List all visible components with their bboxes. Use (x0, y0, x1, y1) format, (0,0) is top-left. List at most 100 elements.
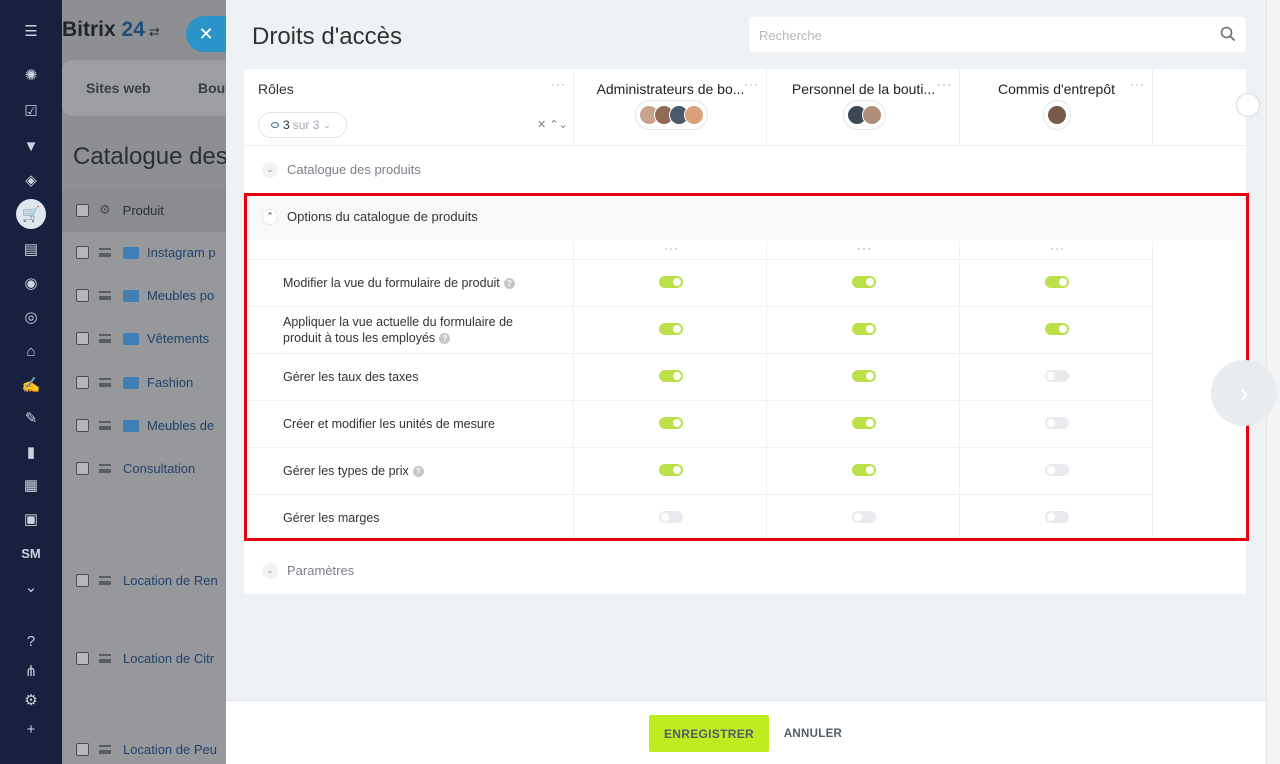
roles-more-icon[interactable]: ··· (551, 77, 566, 91)
search-icon[interactable] (1220, 26, 1236, 42)
row-checkbox[interactable] (76, 332, 89, 345)
permission-toggle[interactable] (659, 276, 683, 288)
permission-toggle[interactable] (659, 370, 683, 382)
roles-visibility-selector[interactable]: 3 sur 3 ⌄ (258, 112, 347, 138)
column-more-icon[interactable]: ··· (1050, 241, 1065, 255)
help-icon[interactable]: ? (439, 333, 451, 345)
role-members[interactable] (634, 100, 708, 130)
row-checkbox[interactable] (76, 289, 89, 302)
row-checkbox[interactable] (76, 652, 89, 665)
permission-toggle[interactable] (1045, 464, 1069, 476)
scroll-right-icon[interactable] (1236, 93, 1260, 117)
row-checkbox[interactable] (76, 419, 89, 432)
next-columns-button[interactable]: › (1211, 360, 1277, 426)
row-label[interactable]: Meubles de (147, 418, 214, 433)
row-checkbox[interactable] (76, 376, 89, 389)
drag-handle-icon[interactable] (99, 291, 111, 300)
drag-handle-icon[interactable] (99, 378, 111, 387)
drag-handle-icon[interactable] (99, 248, 111, 257)
row-label[interactable]: Meubles po (147, 288, 214, 303)
row-label[interactable]: Vêtements (147, 331, 209, 346)
role-name[interactable]: Commis d'entrepôt (960, 81, 1153, 97)
permission-toggle[interactable] (659, 323, 683, 335)
table-row[interactable]: Vêtements (76, 331, 209, 346)
tab-sites-web[interactable]: Sites web (86, 80, 151, 96)
help-icon[interactable]: ? (412, 466, 424, 478)
row-label[interactable]: Location de Ren (123, 573, 218, 588)
role-more-icon[interactable]: ··· (937, 77, 952, 91)
permission-toggle[interactable] (852, 511, 876, 523)
sm-text[interactable]: SM (18, 540, 44, 566)
help-icon[interactable]: ? (503, 278, 515, 290)
robot-icon[interactable]: ◉ (18, 270, 44, 296)
close-icon[interactable]: ✕ (186, 16, 226, 52)
activity-icon[interactable]: ✺ (18, 62, 44, 88)
cart-icon[interactable]: 🛒 (16, 199, 46, 229)
save-button[interactable]: ENREGISTRER (649, 715, 769, 752)
table-row[interactable]: Location de Ren (76, 573, 218, 588)
row-label[interactable]: Consultation (123, 461, 195, 476)
table-row[interactable]: Fashion (76, 375, 193, 390)
table-row[interactable]: Instagram p (76, 245, 216, 260)
row-label[interactable]: Instagram p (147, 245, 216, 260)
edit-doc-icon[interactable]: ✎ (18, 405, 44, 431)
permission-toggle[interactable] (852, 276, 876, 288)
table-row[interactable]: Meubles de (76, 418, 214, 433)
table-row[interactable]: Location de Citr (76, 651, 214, 666)
swap-icon[interactable]: ⇄ (149, 24, 160, 39)
permission-toggle[interactable] (1045, 323, 1069, 335)
row-label[interactable]: Location de Peu (123, 742, 217, 757)
permission-toggle[interactable] (852, 323, 876, 335)
select-all-checkbox[interactable] (76, 203, 89, 217)
bank-icon[interactable]: ⌂ (18, 338, 44, 364)
help-icon[interactable]: ? (18, 628, 44, 654)
box-icon[interactable]: ◈ (18, 167, 44, 193)
table-row[interactable]: Location de Peu (76, 742, 217, 757)
column-more-icon[interactable]: ··· (664, 241, 679, 255)
section-options-catalogue[interactable]: ⌃ Options du catalogue de produits (244, 193, 1246, 240)
role-more-icon[interactable]: ··· (1130, 77, 1145, 91)
row-label[interactable]: Fashion (147, 375, 193, 390)
contact-card-icon[interactable]: ▤ (18, 236, 44, 262)
settings-icon[interactable]: ⚙ (18, 687, 44, 713)
permission-toggle[interactable] (852, 417, 876, 429)
permission-toggle[interactable] (659, 511, 683, 523)
permission-toggle[interactable] (852, 370, 876, 382)
permission-toggle[interactable] (1045, 276, 1069, 288)
collapse-expand-icon[interactable]: ✕ ⌃⌄ (537, 118, 568, 131)
row-checkbox[interactable] (76, 246, 89, 259)
row-label[interactable]: Location de Citr (123, 651, 214, 666)
settings-icon[interactable]: ⚙ (99, 202, 111, 218)
drag-handle-icon[interactable] (99, 464, 111, 473)
search-input[interactable]: Recherche (749, 17, 1246, 52)
role-more-icon[interactable]: ··· (744, 77, 759, 91)
network-icon[interactable]: ⋔ (18, 658, 44, 684)
filter-icon[interactable]: ▼ (18, 133, 44, 159)
section-catalogue-des-produits[interactable]: ⌄ Catalogue des produits (244, 146, 1246, 193)
table-row[interactable]: Meubles po (76, 288, 214, 303)
role-members[interactable] (1043, 100, 1071, 130)
drag-handle-icon[interactable] (99, 654, 111, 663)
permission-toggle[interactable] (1045, 370, 1069, 382)
chart-icon[interactable]: ▮ (18, 439, 44, 465)
permission-toggle[interactable] (659, 417, 683, 429)
table-row[interactable]: Consultation (76, 461, 195, 476)
row-checkbox[interactable] (76, 743, 89, 756)
video-icon[interactable]: ▣ (18, 506, 44, 532)
permission-toggle[interactable] (1045, 511, 1069, 523)
column-more-icon[interactable]: ··· (857, 241, 872, 255)
permission-toggle[interactable] (1045, 417, 1069, 429)
menu-icon[interactable]: ☰ (18, 18, 44, 44)
drag-handle-icon[interactable] (99, 421, 111, 430)
drag-handle-icon[interactable] (99, 745, 111, 754)
calendar-icon[interactable]: ▦ (18, 472, 44, 498)
tasks-icon[interactable]: ☑ (18, 98, 44, 124)
chevron-down-circle-icon[interactable]: ⌄ (18, 574, 44, 600)
role-members[interactable] (842, 100, 886, 130)
cancel-button[interactable]: ANNULER (779, 715, 847, 752)
role-name[interactable]: Personnel de la bouti... (767, 81, 960, 97)
permission-toggle[interactable] (852, 464, 876, 476)
plus-icon[interactable]: + (18, 716, 44, 742)
target-icon[interactable]: ◎ (18, 304, 44, 330)
row-checkbox[interactable] (76, 462, 89, 475)
